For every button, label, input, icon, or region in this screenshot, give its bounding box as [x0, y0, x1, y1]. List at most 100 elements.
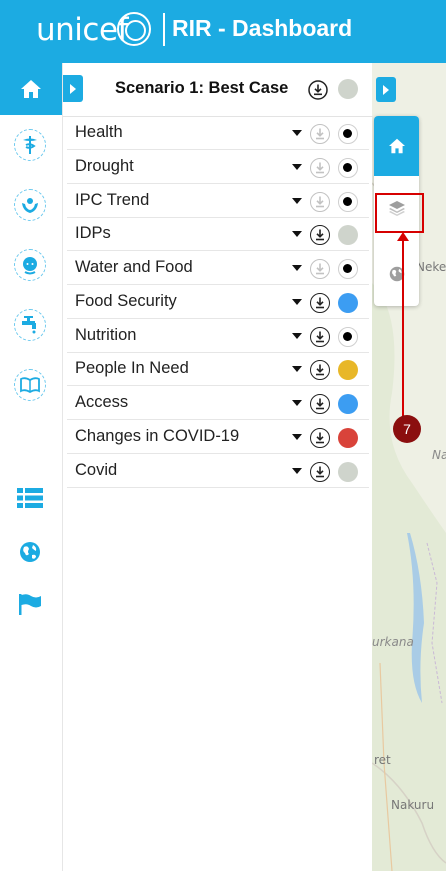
rail-flag-button[interactable] [16, 591, 44, 617]
layer-row[interactable]: People In Need [67, 353, 369, 386]
layer-download-button[interactable] [310, 225, 330, 245]
layer-row[interactable]: Access [67, 387, 369, 420]
layer-label: IDPs [75, 224, 111, 242]
layer-color-dot[interactable] [338, 259, 358, 279]
download-icon [308, 80, 328, 100]
rail-list-button[interactable] [16, 485, 44, 511]
health-caduceus-icon [23, 136, 37, 154]
layer-download-button[interactable] [310, 293, 330, 313]
layer-color-dot[interactable] [338, 394, 358, 414]
caret-down-icon[interactable] [292, 198, 302, 204]
scenario-panel: Scenario 1: Best Case Health Drought IPC T… [62, 63, 373, 871]
app-header: unicef RIR - Dashboard [0, 0, 446, 63]
download-icon [316, 364, 324, 376]
child-face-icon [23, 257, 37, 275]
caret-down-icon[interactable] [292, 434, 302, 440]
map-label-na: Na [432, 448, 446, 462]
download-icon [316, 297, 324, 309]
map-label-nekemte: Nekem [416, 260, 446, 274]
caret-down-icon[interactable] [292, 400, 302, 406]
caret-down-icon[interactable] [292, 468, 302, 474]
layer-row[interactable]: Changes in COVID-19 [67, 421, 369, 454]
map-label-nakuru: Nakuru [391, 798, 435, 812]
layer-label: Health [75, 123, 123, 141]
caret-down-icon[interactable] [292, 164, 302, 170]
flag-icon [19, 594, 41, 615]
rail-globe-button[interactable] [16, 539, 44, 565]
download-icon [316, 263, 324, 275]
layer-color-dot[interactable] [338, 360, 358, 380]
layer-label: Drought [75, 157, 134, 175]
caret-down-icon[interactable] [292, 333, 302, 339]
layer-label: Changes in COVID-19 [75, 427, 240, 445]
rail-home-button[interactable] [0, 63, 62, 115]
caret-down-icon[interactable] [292, 231, 302, 237]
download-icon [316, 466, 324, 478]
layer-color-dot[interactable] [338, 462, 358, 482]
scenario-title: Scenario 1: Best Case [115, 79, 289, 97]
water-tap-icon [22, 316, 36, 334]
layer-label: Water and Food [75, 258, 193, 276]
annotation-pointer-line [402, 234, 404, 419]
rail-child-button[interactable] [14, 249, 46, 281]
layer-row[interactable]: IPC Trend [67, 185, 369, 218]
caret-down-icon[interactable] [292, 299, 302, 305]
layer-row[interactable]: IDPs [67, 218, 369, 251]
caret-down-icon[interactable] [292, 130, 302, 136]
layer-row[interactable]: Health [67, 117, 369, 150]
layer-download-button[interactable] [310, 394, 330, 414]
layer-row[interactable]: Nutrition [67, 320, 369, 353]
rail-wash-button[interactable] [14, 309, 46, 341]
layer-download-button[interactable] [310, 428, 330, 448]
caret-down-icon[interactable] [292, 366, 302, 372]
layer-download-button[interactable] [310, 158, 330, 178]
download-icon [316, 398, 324, 410]
layer-row[interactable]: Food Security [67, 286, 369, 319]
protection-hands-icon [22, 198, 38, 213]
layer-label: People In Need [75, 359, 189, 377]
rail-health-button[interactable] [14, 129, 46, 161]
layer-color-dot[interactable] [338, 327, 358, 347]
layer-color-dot[interactable] [338, 428, 358, 448]
app-title: RIR - Dashboard [172, 15, 353, 41]
layer-row[interactable]: Drought [67, 151, 369, 184]
rail-education-button[interactable] [14, 369, 46, 401]
map-label-turkana: urkana [372, 635, 414, 649]
annotation-step-badge: 7 [393, 415, 421, 443]
layer-download-button[interactable] [310, 360, 330, 380]
layer-color-dot[interactable] [338, 225, 358, 245]
scenario-status-dot[interactable] [338, 79, 358, 99]
map-home-icon [388, 138, 405, 154]
rail-protection-button[interactable] [14, 189, 46, 221]
layer-label: Covid [75, 461, 118, 479]
scenario-download-button[interactable] [308, 80, 328, 105]
annotation-highlight-box [375, 193, 424, 233]
layer-download-button[interactable] [310, 462, 330, 482]
download-icon [316, 229, 324, 241]
download-icon [316, 331, 324, 343]
layer-label: Nutrition [75, 326, 137, 344]
list-icon [17, 488, 43, 508]
header-divider [163, 13, 165, 46]
layer-download-button[interactable] [310, 192, 330, 212]
layer-download-button[interactable] [310, 327, 330, 347]
layer-row[interactable]: Water and Food [67, 252, 369, 285]
map-panel-toggle-button[interactable] [376, 77, 396, 102]
layer-download-button[interactable] [310, 259, 330, 279]
layer-row[interactable]: Covid [67, 455, 369, 488]
download-icon [316, 162, 324, 174]
download-icon [316, 196, 324, 208]
layer-color-dot[interactable] [338, 192, 358, 212]
layer-color-dot[interactable] [338, 124, 358, 144]
map-home-button[interactable] [374, 116, 419, 176]
map-globe-button[interactable] [384, 261, 410, 287]
layer-color-dot[interactable] [338, 293, 358, 313]
left-nav-rail [0, 63, 62, 871]
unicef-emblem-icon [117, 12, 151, 46]
chevron-right-icon [383, 84, 389, 95]
layer-download-button[interactable] [310, 124, 330, 144]
panel-toggle-button[interactable] [63, 75, 83, 102]
map-label-ret: ret [374, 753, 391, 767]
caret-down-icon[interactable] [292, 265, 302, 271]
layer-color-dot[interactable] [338, 158, 358, 178]
